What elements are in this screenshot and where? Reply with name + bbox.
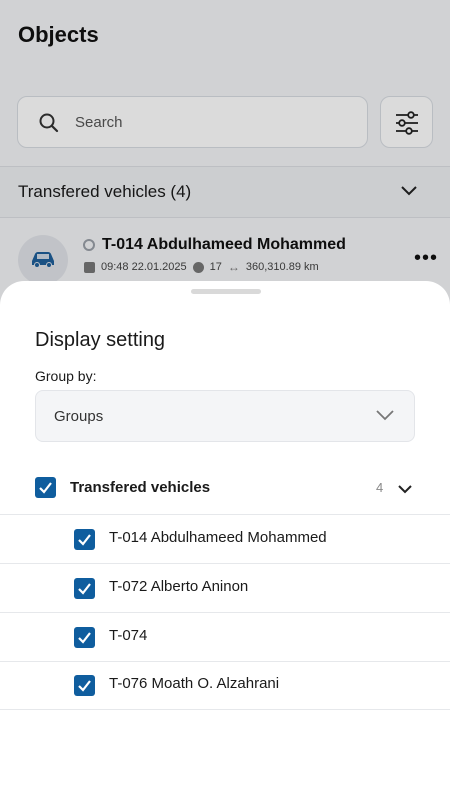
- item-label: T-072 Alberto Aninon: [109, 578, 249, 595]
- list-item[interactable]: T-076 Moath O. Alzahrani: [0, 661, 450, 710]
- list-item[interactable]: T-074: [0, 613, 450, 662]
- list-item[interactable]: T-072 Alberto Aninon: [0, 564, 450, 613]
- group-by-label: Group by:: [35, 368, 97, 384]
- item-checkbox[interactable]: [74, 578, 95, 599]
- group-checkbox[interactable]: [35, 477, 56, 498]
- group-name: Transfered vehicles: [70, 479, 211, 496]
- item-label: T-074: [109, 627, 148, 644]
- chevron-down-icon[interactable]: [397, 482, 413, 500]
- group-by-select[interactable]: Groups: [35, 390, 415, 442]
- drag-handle[interactable]: [191, 289, 261, 294]
- chevron-down-icon: [375, 409, 395, 427]
- group-count: 4: [376, 480, 384, 495]
- item-checkbox[interactable]: [74, 675, 95, 696]
- item-checkbox[interactable]: [74, 627, 95, 648]
- group-row[interactable]: Transfered vehicles 4: [0, 467, 450, 515]
- item-label: T-076 Moath O. Alzahrani: [109, 675, 280, 692]
- list-item[interactable]: T-014 Abdulhameed Mohammed: [0, 515, 450, 564]
- item-checkbox[interactable]: [74, 529, 95, 550]
- sheet-title: Display setting: [35, 329, 166, 351]
- display-settings-sheet: Display setting Group by: Groups Transfe…: [0, 281, 450, 800]
- item-label: T-014 Abdulhameed Mohammed: [109, 529, 327, 546]
- group-by-value: Groups: [54, 408, 104, 425]
